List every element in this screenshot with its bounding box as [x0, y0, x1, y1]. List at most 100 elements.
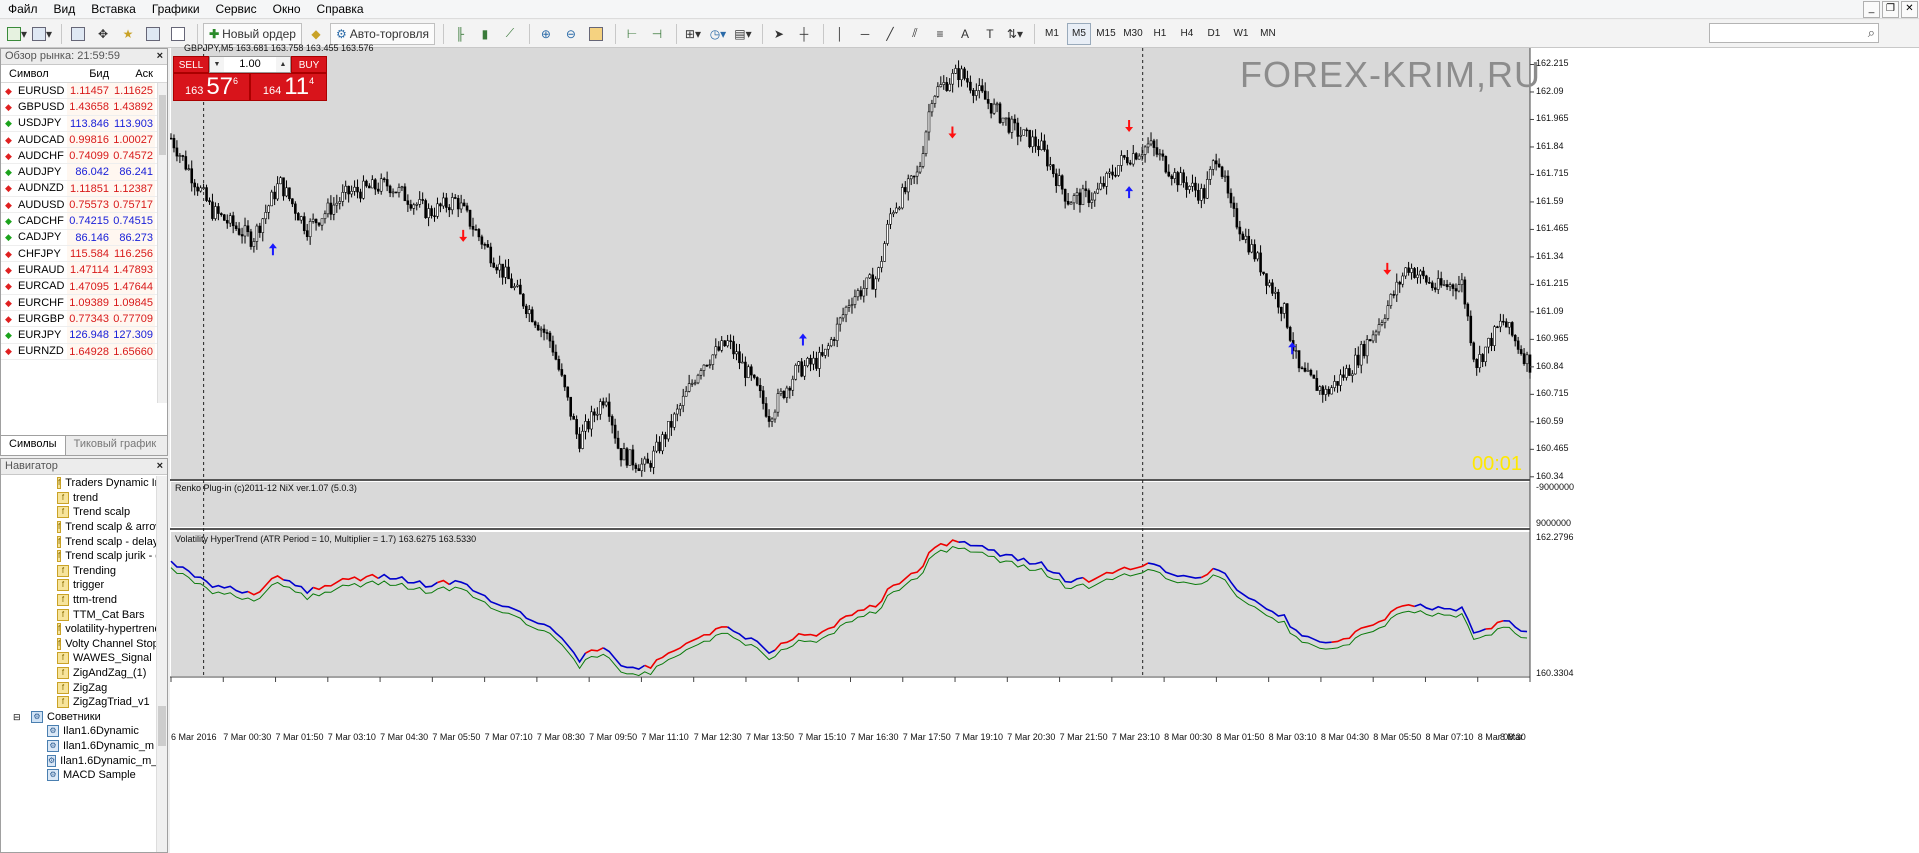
zoom-out-icon[interactable]: ⊖: [560, 23, 582, 45]
navigator-indicator-item[interactable]: f TTM_Cat Bars: [1, 607, 157, 622]
text-label-icon[interactable]: T: [979, 23, 1001, 45]
navigator-expert-item[interactable]: ⚙ Ilan1.6Dynamic_m_h: [1, 753, 157, 768]
navigator-indicator-item[interactable]: fVolty Channel Stop o: [1, 637, 157, 652]
menu-file[interactable]: Файл: [0, 2, 46, 16]
search-input[interactable]: ⌕: [1709, 23, 1879, 43]
lot-size-stepper[interactable]: ▼ 1.00 ▲: [209, 56, 291, 73]
market-watch-row[interactable]: ◆ GBPUSD 1.43658 1.43892: [1, 99, 167, 116]
market-watch-row[interactable]: ◆ USDJPY 113.846 113.903: [1, 115, 167, 132]
profiles-icon[interactable]: ▾: [31, 23, 53, 45]
timeframe-mn[interactable]: MN: [1256, 23, 1280, 45]
market-watch-row[interactable]: ◆ AUDCAD 0.99816 1.00027: [1, 131, 167, 149]
tab-symbols[interactable]: Символы: [1, 436, 66, 455]
line-chart-icon[interactable]: ⟋: [499, 23, 521, 45]
header-symbol[interactable]: Символ: [1, 65, 67, 82]
timeframe-m1[interactable]: M1: [1040, 23, 1064, 45]
strategy-tester-icon[interactable]: [167, 23, 189, 45]
navigator-indicator-item[interactable]: fTrend scalp & arrows: [1, 520, 157, 535]
data-window-icon[interactable]: ✥: [92, 23, 114, 45]
navigator-indicator-item[interactable]: fTrend scalp jurik - de: [1, 549, 157, 564]
fibonacci-icon[interactable]: ≡: [929, 23, 951, 45]
timeframe-w1[interactable]: W1: [1229, 23, 1253, 45]
market-watch-row[interactable]: ◆ AUDJPY 86.042 86.241: [1, 164, 167, 181]
chart-window[interactable]: GBPJPY,M5 163.681 163.758 163.455 163.57…: [170, 43, 1919, 853]
navigator-indicator-item[interactable]: f Traders Dynamic Ind: [1, 476, 157, 491]
bar-chart-icon[interactable]: ╟: [449, 23, 471, 45]
navigator-indicator-item[interactable]: f ZigAndZag_(1): [1, 666, 157, 681]
navigator-indicator-item[interactable]: f trend: [1, 491, 157, 506]
vertical-line-icon[interactable]: │: [829, 23, 851, 45]
auto-trading-button[interactable]: ⚙ Авто-торговля: [329, 22, 435, 45]
timeframe-m5[interactable]: M5: [1066, 22, 1091, 45]
restore-icon[interactable]: ❐: [1882, 1, 1899, 18]
lot-size-input[interactable]: 1.00: [224, 57, 276, 72]
navigator-indicator-item[interactable]: f WAWES_Signal: [1, 651, 157, 666]
navigator-indicator-item[interactable]: f ttm-trend: [1, 593, 157, 608]
scrollbar[interactable]: [156, 476, 167, 852]
scrollbar-thumb[interactable]: [159, 95, 166, 155]
trendline-icon[interactable]: ╱: [879, 23, 901, 45]
timeframe-d1[interactable]: D1: [1202, 23, 1226, 45]
navigator-folder-experts[interactable]: ⊟ ⚙ Советники: [1, 710, 157, 725]
increase-icon[interactable]: ▲: [276, 61, 290, 68]
navigator-expert-item[interactable]: ⚙ Ilan1.6Dynamic: [1, 724, 157, 739]
navigator-expert-item[interactable]: ⚙ MACD Sample: [1, 768, 157, 783]
timeframe-m30[interactable]: M30: [1121, 23, 1145, 45]
navigator-indicator-item[interactable]: f volatility-hypertrend: [1, 622, 157, 637]
scrollbar-thumb[interactable]: [158, 706, 166, 746]
market-watch-icon[interactable]: [67, 23, 89, 45]
close-icon[interactable]: ×: [157, 459, 163, 474]
market-watch-row[interactable]: ◆ AUDNZD 1.11851 1.12387: [1, 180, 167, 198]
horizontal-line-icon[interactable]: ─: [854, 23, 876, 45]
market-watch-row[interactable]: ◆ AUDUSD 0.75573 0.75717: [1, 197, 167, 214]
close-icon[interactable]: ✕: [1901, 1, 1918, 18]
tab-tick-chart[interactable]: Тиковый график: [66, 436, 165, 455]
navigator-indicator-item[interactable]: fTrend scalp - delayed: [1, 534, 157, 549]
buy-button[interactable]: BUY: [291, 56, 327, 73]
new-chart-icon[interactable]: ▾: [6, 23, 28, 45]
templates-icon[interactable]: ▤▾: [732, 23, 754, 45]
navigator-icon[interactable]: ★: [117, 23, 139, 45]
buy-price[interactable]: 164 11 4: [250, 73, 327, 101]
menu-help[interactable]: Справка: [309, 2, 372, 16]
cursor-icon[interactable]: ➤: [768, 23, 790, 45]
tile-windows-icon[interactable]: [585, 23, 607, 45]
sell-price[interactable]: 163 57 6: [173, 73, 250, 101]
menu-tools[interactable]: Сервис: [208, 2, 265, 16]
terminal-icon[interactable]: [142, 23, 164, 45]
decrease-icon[interactable]: ▼: [210, 61, 224, 68]
indicators-icon[interactable]: ⊞▾: [682, 23, 704, 45]
market-watch-row[interactable]: ◆ CADCHF 0.74215 0.74515: [1, 213, 167, 230]
crosshair-icon[interactable]: ┼: [793, 23, 815, 45]
autoscroll-icon[interactable]: ⊣: [646, 23, 668, 45]
market-watch-row[interactable]: ◆ EURCAD 1.47095 1.47644: [1, 278, 167, 295]
candlestick-icon[interactable]: ▮: [474, 23, 496, 45]
close-icon[interactable]: ×: [157, 49, 163, 64]
timeframe-m15[interactable]: M15: [1094, 23, 1118, 45]
timeframe-h1[interactable]: H1: [1148, 23, 1172, 45]
collapse-icon[interactable]: ⊟: [13, 710, 21, 724]
navigator-expert-item[interactable]: ⚙ Ilan1.6Dynamic_m: [1, 739, 157, 754]
navigator-indicator-item[interactable]: f ZigZagTriad_v1: [1, 695, 157, 710]
arrows-icon[interactable]: ⇅▾: [1004, 23, 1026, 45]
market-watch-row[interactable]: ◆ EURAUD 1.47114 1.47893: [1, 262, 167, 279]
market-watch-row[interactable]: ◆ EURGBP 0.77343 0.77709: [1, 311, 167, 328]
menu-view[interactable]: Вид: [46, 2, 84, 16]
market-watch-row[interactable]: ◆ EURNZD 1.64928 1.65660: [1, 343, 167, 361]
navigator-indicator-item[interactable]: f Trend scalp: [1, 505, 157, 520]
minimize-icon[interactable]: _: [1863, 1, 1880, 18]
metaeditor-icon[interactable]: ◆: [305, 23, 327, 45]
chart-shift-icon[interactable]: ⊢: [621, 23, 643, 45]
equidistant-channel-icon[interactable]: ⫽: [904, 23, 926, 45]
market-watch-row[interactable]: ◆ EURJPY 126.948 127.309: [1, 327, 167, 344]
text-icon[interactable]: A: [954, 23, 976, 45]
market-watch-row[interactable]: ◆ EURCHF 1.09389 1.09845: [1, 294, 167, 312]
market-watch-row[interactable]: ◆ AUDCHF 0.74099 0.74572: [1, 148, 167, 165]
scrollbar[interactable]: [157, 83, 167, 403]
navigator-indicator-item[interactable]: f ZigZag: [1, 680, 157, 695]
header-bid[interactable]: Бид: [67, 65, 109, 82]
new-order-button[interactable]: ✚ Новый ордер: [203, 22, 302, 45]
market-watch-row[interactable]: ◆ CADJPY 86.146 86.273: [1, 229, 167, 246]
navigator-indicator-item[interactable]: f trigger: [1, 578, 157, 593]
menu-insert[interactable]: Вставка: [83, 2, 144, 16]
